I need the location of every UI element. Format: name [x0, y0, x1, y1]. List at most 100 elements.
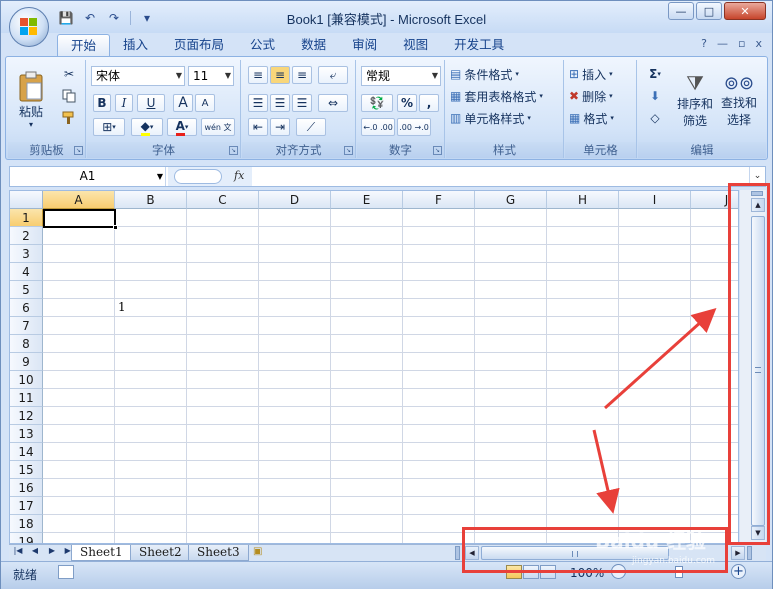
delete-cells-button[interactable]: ✖ 删除 ▾	[569, 86, 635, 106]
name-box[interactable]: A1 ▼	[10, 167, 166, 186]
row-header-3[interactable]: 3	[10, 245, 43, 263]
tab-developer[interactable]: 开发工具	[441, 34, 517, 56]
decrease-indent-icon[interactable]: ⇤	[248, 118, 268, 136]
row-header-7[interactable]: 7	[10, 317, 43, 335]
minimize-button[interactable]: —	[668, 2, 694, 20]
column-header-b[interactable]: B	[115, 191, 187, 209]
sheet-tab-sheet3[interactable]: Sheet3	[188, 545, 249, 561]
row-header-11[interactable]: 11	[10, 389, 43, 407]
insert-cells-button[interactable]: ⊞ 插入 ▾	[569, 64, 635, 84]
cell-styles-button[interactable]: ▥ 单元格样式 ▾	[450, 108, 560, 128]
comma-style-button[interactable]: ,	[419, 94, 439, 112]
worksheet-grid[interactable]: A B C D E F G H I J 1 2 3 4 5 6 7 8 9 10 11 12 13 14 15 16 17 18 19 1	[9, 190, 739, 544]
phonetic-button[interactable]: wén 文	[201, 118, 235, 136]
align-middle-icon[interactable]: ≡	[270, 66, 290, 84]
increase-decimal-button[interactable]: ←.0 .00	[361, 118, 395, 136]
row-header-12[interactable]: 12	[10, 407, 43, 425]
workbook-restore-button[interactable]: ▫	[738, 37, 745, 50]
alignment-launcher-icon[interactable]: ↘	[344, 146, 353, 155]
font-size-select[interactable]: 11 ▼	[188, 66, 234, 86]
zoom-in-icon[interactable]: +	[731, 564, 746, 579]
number-launcher-icon[interactable]: ↘	[433, 146, 442, 155]
column-header-d[interactable]: D	[259, 191, 331, 209]
italic-button[interactable]: I	[115, 94, 133, 112]
row-header-14[interactable]: 14	[10, 443, 43, 461]
font-launcher-icon[interactable]: ↘	[229, 146, 238, 155]
row-header-8[interactable]: 8	[10, 335, 43, 353]
row-header-18[interactable]: 18	[10, 515, 43, 533]
active-cell-a1[interactable]	[43, 209, 116, 228]
tab-page-layout[interactable]: 页面布局	[161, 34, 237, 56]
column-header-e[interactable]: E	[331, 191, 403, 209]
align-top-icon[interactable]: ≡	[248, 66, 268, 84]
fill-handle[interactable]	[113, 225, 118, 230]
percent-style-button[interactable]: %	[397, 94, 417, 112]
scroll-right-icon[interactable]: ▶	[731, 546, 745, 560]
sort-filter-button[interactable]: ⧩ 排序和 筛选	[674, 64, 716, 136]
close-button[interactable]: ✕	[724, 2, 766, 20]
workbook-close-button[interactable]: x	[755, 37, 762, 50]
row-header-1[interactable]: 1	[10, 209, 43, 227]
shrink-font-button[interactable]: A	[195, 94, 215, 112]
tab-data[interactable]: 数据	[288, 34, 339, 56]
increase-indent-icon[interactable]: ⇥	[270, 118, 290, 136]
autosum-button[interactable]: Σ ▾	[642, 64, 668, 84]
font-color-button[interactable]: A ▾	[167, 118, 197, 136]
column-header-f[interactable]: F	[403, 191, 475, 209]
column-header-i[interactable]: I	[619, 191, 691, 209]
first-sheet-icon[interactable]: |◀	[11, 546, 25, 555]
sheet-tab-sheet1[interactable]: Sheet1	[71, 545, 132, 561]
help-icon[interactable]: ?	[701, 37, 707, 50]
find-select-button[interactable]: ⊚⊚ 查找和 选择	[718, 64, 760, 136]
row-header-19[interactable]: 19	[10, 533, 43, 543]
maximize-button[interactable]: □	[696, 2, 722, 20]
next-sheet-icon[interactable]: ▶	[45, 546, 59, 555]
prev-sheet-icon[interactable]: ◀	[28, 546, 42, 555]
align-right-icon[interactable]: ☰	[292, 94, 312, 112]
align-center-icon[interactable]: ☰	[270, 94, 290, 112]
column-header-h[interactable]: H	[547, 191, 619, 209]
borders-button[interactable]: ⊞ ▾	[93, 118, 125, 136]
number-format-select[interactable]: 常规 ▼	[361, 66, 441, 86]
row-header-10[interactable]: 10	[10, 371, 43, 389]
fill-color-button[interactable]: ◆ ▾	[131, 118, 163, 136]
row-header-17[interactable]: 17	[10, 497, 43, 515]
row-header-6[interactable]: 6	[10, 299, 43, 317]
accounting-format-icon[interactable]: 💱	[361, 94, 393, 112]
column-header-a[interactable]: A	[43, 191, 115, 209]
format-cells-button[interactable]: ▦ 格式 ▾	[569, 108, 635, 128]
column-header-g[interactable]: G	[475, 191, 547, 209]
row-header-16[interactable]: 16	[10, 479, 43, 497]
row-header-2[interactable]: 2	[10, 227, 43, 245]
cell-b6[interactable]: 1	[118, 300, 126, 314]
clear-icon[interactable]: ◇	[642, 108, 668, 128]
workbook-minimize-button[interactable]: —	[717, 37, 728, 50]
row-header-13[interactable]: 13	[10, 425, 43, 443]
row-header-9[interactable]: 9	[10, 353, 43, 371]
merge-center-icon[interactable]: ⇔	[318, 94, 348, 112]
copy-icon[interactable]	[60, 88, 78, 104]
tab-home[interactable]: 开始	[57, 34, 111, 56]
insert-sheet-icon[interactable]: ▣	[253, 546, 269, 558]
office-button[interactable]	[9, 7, 49, 47]
paste-button[interactable]: 粘贴 ▾	[14, 64, 48, 136]
clipboard-launcher-icon[interactable]: ↘	[74, 146, 83, 155]
row-header-5[interactable]: 5	[10, 281, 43, 299]
column-header-c[interactable]: C	[187, 191, 259, 209]
row-header-15[interactable]: 15	[10, 461, 43, 479]
conditional-formatting-button[interactable]: ▤ 条件格式 ▾	[450, 64, 560, 84]
fill-icon[interactable]: ⬇	[642, 86, 668, 106]
decrease-decimal-button[interactable]: .00 →.0	[397, 118, 431, 136]
horizontal-split-handle[interactable]	[455, 546, 460, 560]
tab-view[interactable]: 视图	[390, 34, 441, 56]
wrap-text-icon[interactable]: ⤶	[318, 66, 348, 84]
row-header-4[interactable]: 4	[10, 263, 43, 281]
tab-review[interactable]: 审阅	[339, 34, 390, 56]
insert-function-icon[interactable]: fx	[234, 169, 244, 182]
align-left-icon[interactable]: ☰	[248, 94, 268, 112]
select-all-button[interactable]	[10, 191, 43, 209]
format-painter-icon[interactable]	[60, 110, 78, 126]
align-bottom-icon[interactable]: ≡	[292, 66, 312, 84]
format-as-table-button[interactable]: ▦ 套用表格格式 ▾	[450, 86, 560, 106]
formula-bar-resize-handle[interactable]	[174, 169, 222, 184]
